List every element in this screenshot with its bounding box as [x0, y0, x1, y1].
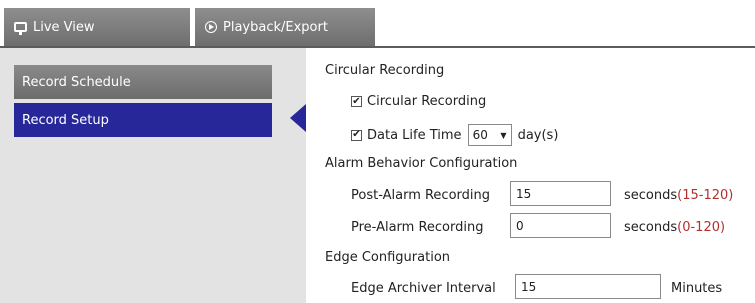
- tab-live-view[interactable]: Live View: [4, 8, 190, 46]
- data-life-time-select[interactable]: 60 ▼: [467, 124, 512, 146]
- data-life-time-row: ✔ Data Life Time 60 ▼ day(s): [351, 124, 558, 146]
- tab-playback-export[interactable]: Playback/Export: [195, 8, 375, 46]
- circular-recording-heading: Circular Recording: [325, 63, 445, 78]
- data-life-time-unit: day(s): [517, 127, 559, 143]
- circular-recording-checkbox[interactable]: ✔: [351, 96, 362, 107]
- circular-recording-checkbox-label: Circular Recording: [367, 94, 487, 109]
- sidebar-item-label: Record Schedule: [22, 74, 131, 90]
- edge-archiver-interval-input[interactable]: [515, 274, 661, 299]
- post-alarm-input[interactable]: [510, 181, 611, 206]
- sidebar: Record Schedule Record Setup: [0, 48, 306, 303]
- play-circle-icon: [205, 21, 217, 33]
- edge-archiver-interval-label: Edge Archiver Interval: [351, 281, 496, 296]
- pre-alarm-label: Pre-Alarm Recording: [351, 220, 484, 235]
- data-life-time-label: Data Life Time: [367, 127, 462, 143]
- data-life-time-checkbox[interactable]: ✔: [351, 129, 362, 141]
- alarm-behavior-heading: Alarm Behavior Configuration: [325, 156, 518, 171]
- pre-alarm-unit-row: seconds(0-120): [624, 220, 725, 235]
- post-alarm-range: (15-120): [677, 188, 734, 203]
- circular-recording-row: ✔ Circular Recording: [351, 94, 486, 109]
- sidebar-item-record-setup[interactable]: Record Setup: [14, 103, 272, 137]
- record-setup-panel: Circular Recording ✔ Circular Recording …: [306, 48, 755, 303]
- pre-alarm-input[interactable]: [510, 213, 611, 238]
- top-tab-bar: Live View Playback/Export: [0, 0, 755, 48]
- monitor-icon: [14, 22, 27, 35]
- tab-playback-export-label: Playback/Export: [223, 19, 328, 35]
- post-alarm-unit: seconds: [624, 188, 678, 203]
- edge-configuration-heading: Edge Configuration: [325, 250, 451, 265]
- chevron-down-icon: ▼: [500, 130, 507, 140]
- edge-archiver-interval-unit: Minutes: [671, 281, 723, 296]
- post-alarm-label: Post-Alarm Recording: [351, 188, 491, 203]
- pre-alarm-unit: seconds: [624, 220, 678, 235]
- pre-alarm-range: (0-120): [677, 220, 726, 235]
- selection-pointer-icon: [290, 104, 306, 132]
- sidebar-item-record-schedule[interactable]: Record Schedule: [14, 65, 272, 99]
- tab-live-view-label: Live View: [33, 19, 95, 35]
- post-alarm-unit-row: seconds(15-120): [624, 188, 733, 203]
- data-life-time-value: 60: [472, 128, 488, 142]
- sidebar-item-label: Record Setup: [22, 112, 109, 128]
